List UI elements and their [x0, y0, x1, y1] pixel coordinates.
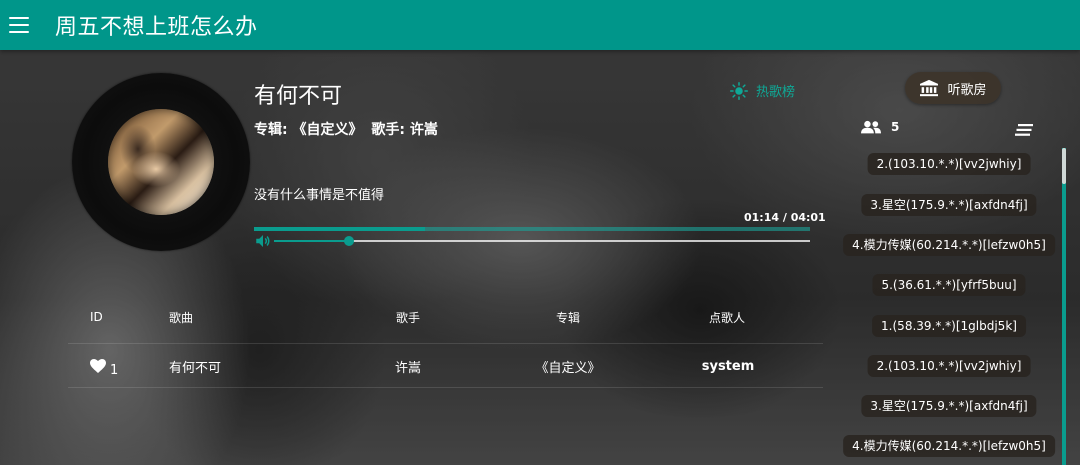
volume-track[interactable]: [274, 240, 810, 242]
time-display: 01:14 / 04:01: [744, 211, 826, 224]
row-album: 《自定义》: [535, 360, 601, 376]
app-bar: 周五不想上班怎么办: [0, 0, 1080, 50]
listen-room-label: 听歌房: [947, 82, 987, 98]
app-title: 周五不想上班怎么办: [55, 15, 258, 40]
user-chip[interactable]: 2.(103.10.*.*)[vv2jwhiy]: [867, 153, 1031, 175]
user-chip[interactable]: 1.(58.39.*.*)[1glbdj5k]: [872, 315, 1026, 337]
hot-list-link[interactable]: 热歌榜: [730, 81, 795, 100]
sort-list-icon[interactable]: [1015, 124, 1033, 136]
hot-list-label: 热歌榜: [756, 85, 796, 100]
bank-icon: [920, 79, 939, 97]
progress-fill: [254, 227, 425, 231]
people-icon: [861, 120, 881, 134]
user-chip[interactable]: 4.模力传媒(60.214.*.*)[lefzw0h5]: [843, 234, 1055, 256]
scrollbar-thumb[interactable]: [1062, 148, 1066, 184]
playlist-table: ID 歌曲 歌手 专辑 点歌人 1 有何不可 许嵩 《自定义》 system: [68, 300, 823, 388]
current-lyric: 没有什么事情是不值得: [254, 188, 385, 203]
menu-icon[interactable]: [9, 17, 29, 33]
progress-bar[interactable]: [254, 227, 810, 231]
user-chip[interactable]: 4.模力传媒(60.214.*.*)[lefzw0h5]: [843, 435, 1055, 457]
table-row[interactable]: 1 有何不可 许嵩 《自定义》 system: [68, 344, 823, 388]
volume-icon[interactable]: [254, 232, 272, 250]
volume-slider-handle[interactable]: [344, 236, 355, 246]
row-id-cell: 1: [90, 344, 118, 388]
heart-icon[interactable]: [90, 359, 106, 373]
user-chip[interactable]: 3.星空(175.9.*.*)[axfdn4fj]: [861, 194, 1037, 216]
online-count: 5: [891, 120, 900, 134]
user-chip[interactable]: 5.(36.61.*.*)[yfrf5buu]: [872, 274, 1026, 296]
header-song: 歌曲: [169, 310, 194, 325]
row-singer: 许嵩: [394, 360, 421, 376]
row-requester: system: [701, 358, 755, 374]
table-header: ID 歌曲 歌手 专辑 点歌人: [68, 300, 823, 344]
album-label: 专辑: 《自定义》: [254, 122, 363, 138]
row-id: 1: [110, 362, 119, 378]
row-song: 有何不可: [169, 360, 222, 376]
online-users: 5: [861, 120, 899, 134]
user-chip[interactable]: 2.(103.10.*.*)[vv2jwhiy]: [867, 355, 1031, 377]
scrollbar-track[interactable]: [1062, 148, 1066, 465]
song-meta: 专辑: 《自定义》 歌手: 许嵩: [254, 119, 442, 139]
user-chip[interactable]: 3.星空(175.9.*.*)[axfdn4fj]: [861, 395, 1037, 417]
album-disc: [72, 73, 250, 251]
header-id: ID: [90, 310, 103, 324]
listen-room-button[interactable]: 听歌房: [905, 72, 1001, 104]
song-title: 有何不可: [254, 84, 343, 109]
volume-fill: [274, 240, 350, 242]
album-cover-image: [108, 109, 214, 215]
singer-label: 歌手: 许嵩: [371, 122, 438, 138]
sun-icon: [730, 81, 748, 100]
header-album: 专辑: [555, 310, 580, 325]
header-singer: 歌手: [395, 310, 420, 325]
volume-control: [254, 232, 810, 250]
header-requester: 点歌人: [708, 310, 745, 325]
